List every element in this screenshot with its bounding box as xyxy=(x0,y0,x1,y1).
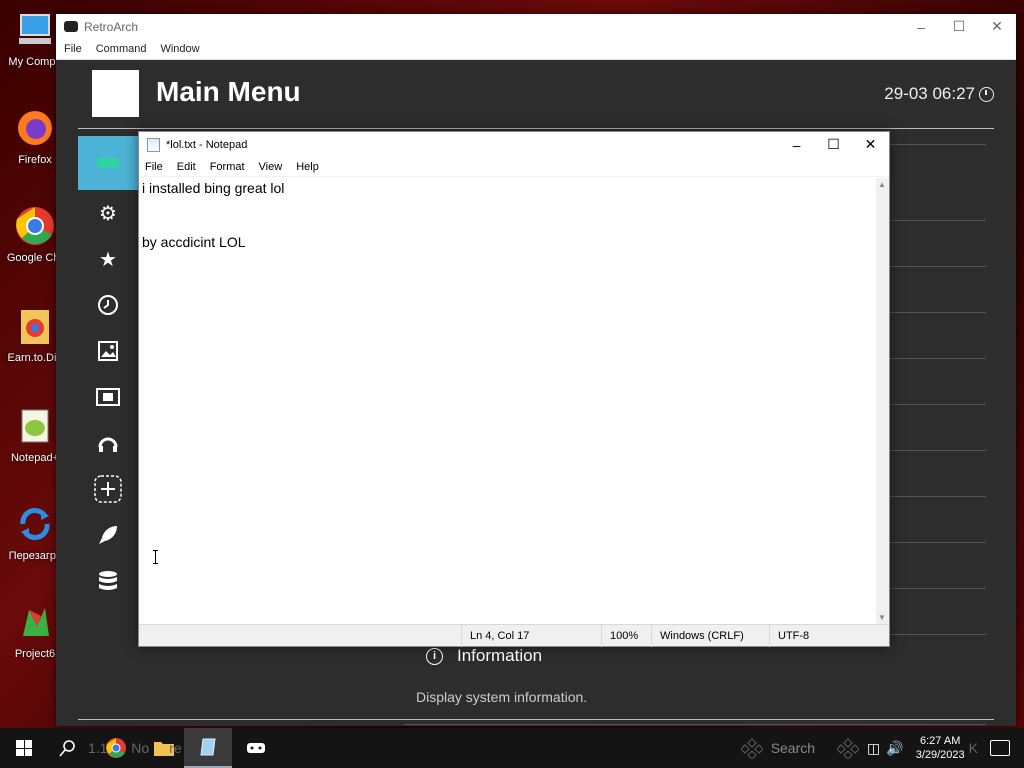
retroarch-sidebar: ⚙ ★ xyxy=(78,136,138,604)
page-title: Main Menu xyxy=(156,76,301,107)
menu-item-information[interactable]: i Information xyxy=(426,646,542,666)
sidebar-item-main-menu[interactable] xyxy=(78,136,138,190)
main-menu-icon xyxy=(96,158,120,168)
favorites-star-icon: ★ xyxy=(99,248,117,271)
menu-format[interactable]: Format xyxy=(210,161,245,173)
retroarch-clock: 29-03 06:27 xyxy=(884,84,994,104)
vertical-scrollbar[interactable]: ▲ ▼ xyxy=(876,178,889,624)
clock-text: 29-03 06:27 xyxy=(884,84,975,103)
sidebar-item-favorites[interactable]: ★ xyxy=(78,236,138,282)
taskbar-clock[interactable]: 6:27 AM 3/29/2023 xyxy=(916,734,965,762)
sidebar-item-music[interactable] xyxy=(78,420,138,466)
text-cursor-icon xyxy=(153,550,159,564)
retroarch-titlebar[interactable]: RetroArch – ☐ ✕ xyxy=(56,14,1016,39)
window-title: *lol.txt - Notepad xyxy=(166,138,248,151)
close-icon[interactable]: ✕ xyxy=(978,14,1016,39)
taskbar-retroarch[interactable] xyxy=(232,728,280,768)
minimize-icon[interactable]: – xyxy=(902,14,940,39)
taskbar-ghost-text-2: No xyxy=(131,740,150,756)
menu-item-label: Information xyxy=(457,646,543,665)
scroll-up-icon[interactable]: ▲ xyxy=(878,180,886,189)
notepad-status-bar: Ln 4, Col 17 100% Windows (CRLF) UTF-8 xyxy=(139,624,889,647)
controller-icon xyxy=(740,738,763,759)
menu-help[interactable]: Help xyxy=(296,161,319,173)
clock-icon xyxy=(979,86,994,102)
retroarch-logo xyxy=(92,70,139,117)
windows-logo-icon xyxy=(16,740,32,756)
notepad-text-area[interactable]: i installed bing great lol by accdicint … xyxy=(139,178,876,624)
window-title: RetroArch xyxy=(84,19,139,34)
notepad-window[interactable]: *lol.txt - Notepad – ☐ ✕ File Edit Forma… xyxy=(138,131,890,647)
status-line-endings: Windows (CRLF) xyxy=(651,625,769,647)
video-icon xyxy=(96,388,120,406)
notepad-titlebar[interactable]: *lol.txt - Notepad – ☐ ✕ xyxy=(139,132,889,157)
project64-icon xyxy=(13,600,57,644)
notepad-menubar: File Edit Format View Help xyxy=(139,157,889,177)
network-icon[interactable]: ◫ xyxy=(867,740,880,757)
add-content-icon xyxy=(94,475,122,503)
taskbar-ghost-text-3: re xyxy=(169,740,182,756)
notepad-icon xyxy=(200,738,216,756)
taskbar-chrome[interactable] xyxy=(101,728,131,768)
start-button[interactable] xyxy=(0,728,48,768)
maximize-icon[interactable]: ☐ xyxy=(815,132,852,157)
taskbar: 1.15 No re Search ◫ 🔊 6:27 AM 3/29/2023 … xyxy=(0,728,1024,768)
system-tray: Search ◫ 🔊 6:27 AM 3/29/2023 K xyxy=(740,728,1024,768)
menu-file[interactable]: File xyxy=(145,161,163,173)
search-icon[interactable] xyxy=(48,728,88,768)
settings-gear-icon: ⚙ xyxy=(99,202,117,225)
sidebar-item-database[interactable] xyxy=(78,558,138,604)
menu-item-description: Display system information. xyxy=(416,689,588,705)
computer-icon xyxy=(13,8,57,52)
notification-icon[interactable] xyxy=(990,740,1010,756)
history-icon xyxy=(98,295,118,315)
taskbar-time: 6:27 AM xyxy=(920,735,961,747)
controller-icon-2 xyxy=(837,738,860,759)
sidebar-item-add-content[interactable] xyxy=(78,466,138,512)
menu-edit[interactable]: Edit xyxy=(177,161,196,173)
minimize-icon[interactable]: – xyxy=(778,132,815,157)
volume-icon[interactable]: 🔊 xyxy=(886,740,903,757)
database-icon xyxy=(99,571,117,590)
chrome-shortcut-icon xyxy=(13,304,57,348)
info-icon: i xyxy=(426,647,443,665)
status-position: Ln 4, Col 17 xyxy=(461,625,601,647)
retroarch-app-icon xyxy=(64,21,78,32)
taskbar-date: 3/29/2023 xyxy=(915,749,965,761)
sidebar-item-netplay[interactable] xyxy=(78,512,138,558)
chrome-icon xyxy=(106,738,127,758)
scroll-down-icon[interactable]: ▼ xyxy=(878,613,886,622)
music-headphones-icon xyxy=(98,437,118,452)
close-icon[interactable]: ✕ xyxy=(852,132,889,157)
retroarch-app-icon xyxy=(246,743,265,753)
header-divider xyxy=(78,128,994,129)
maximize-icon[interactable]: ☐ xyxy=(940,14,978,39)
menu-command[interactable]: Command xyxy=(96,43,147,55)
notepad-plus-icon xyxy=(13,404,57,448)
images-icon xyxy=(98,341,118,361)
menu-view[interactable]: View xyxy=(259,161,283,173)
sidebar-item-video[interactable] xyxy=(78,374,138,420)
netplay-rocket-icon xyxy=(99,526,117,544)
chrome-icon xyxy=(13,204,57,248)
taskbar-search-label[interactable]: Search xyxy=(771,740,815,756)
sidebar-item-settings[interactable]: ⚙ xyxy=(78,190,138,236)
sidebar-item-history[interactable] xyxy=(78,282,138,328)
status-zoom: 100% xyxy=(601,625,651,647)
retroarch-menubar: File Command Window xyxy=(56,39,1016,60)
taskbar-ghost-right: K xyxy=(968,740,978,756)
taskbar-notepad[interactable] xyxy=(183,728,232,768)
footer-divider xyxy=(78,719,994,720)
refresh-icon xyxy=(13,502,57,546)
status-encoding: UTF-8 xyxy=(769,625,879,647)
menu-file[interactable]: File xyxy=(64,43,82,55)
firefox-icon xyxy=(13,106,57,150)
menu-window[interactable]: Window xyxy=(160,43,199,55)
sidebar-item-images[interactable] xyxy=(78,328,138,374)
notepad-icon xyxy=(147,137,160,152)
